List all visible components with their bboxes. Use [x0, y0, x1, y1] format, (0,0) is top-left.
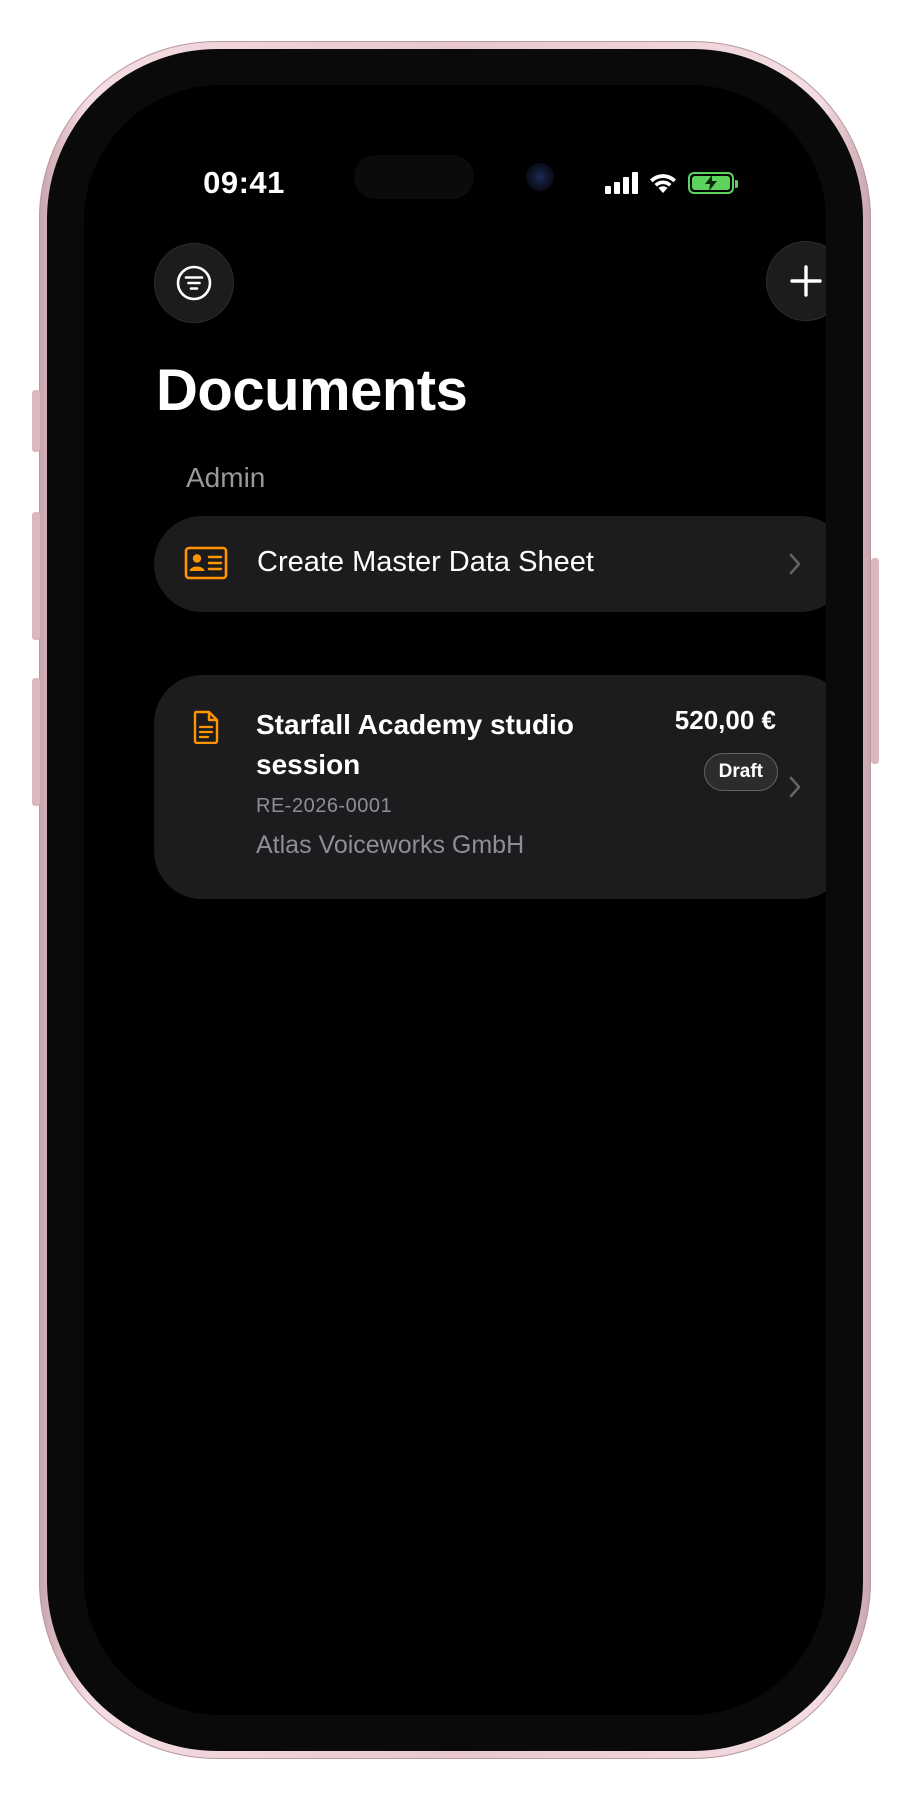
filter-menu-icon — [176, 265, 212, 301]
document-client: Atlas Voiceworks GmbH — [256, 831, 525, 859]
island-pill — [354, 155, 474, 199]
status-icons — [605, 169, 738, 197]
volume-up-button — [32, 512, 40, 640]
status-time: 09:41 — [203, 165, 285, 200]
wifi-icon — [650, 174, 676, 193]
battery-charging-icon — [688, 172, 738, 194]
chevron-right-icon — [789, 776, 801, 798]
dynamic-island — [342, 141, 582, 213]
phone-frame: 09:41 Documents Admin Create Master Data… — [39, 41, 871, 1759]
plus-icon — [790, 265, 822, 297]
document-number: RE-2026-0001 — [256, 795, 393, 817]
status-badge: Draft — [703, 753, 778, 791]
screen: 09:41 Documents Admin Create Master Data… — [84, 85, 826, 1715]
page-title: Documents — [156, 358, 468, 423]
camera-icon — [526, 163, 554, 191]
chevron-right-icon — [789, 553, 801, 575]
document-amount: 520,00 € — [674, 705, 776, 735]
volume-down-button — [32, 678, 40, 806]
id-card-icon — [184, 546, 228, 580]
phone-bezel: 09:41 Documents Admin Create Master Data… — [47, 49, 863, 1751]
filter-button[interactable] — [154, 243, 234, 323]
section-header-admin: Admin — [186, 462, 266, 493]
cellular-signal-icon — [605, 172, 638, 194]
create-master-data-sheet-row[interactable]: Create Master Data Sheet — [154, 516, 826, 612]
add-document-button[interactable] — [766, 241, 826, 321]
document-card[interactable]: Starfall Academy studio session RE-2026-… — [154, 675, 826, 899]
power-button — [871, 558, 879, 764]
document-title: Starfall Academy studio session — [256, 709, 574, 780]
create-master-data-sheet-label: Create Master Data Sheet — [257, 546, 594, 578]
document-icon — [193, 710, 219, 744]
action-button — [32, 390, 40, 452]
